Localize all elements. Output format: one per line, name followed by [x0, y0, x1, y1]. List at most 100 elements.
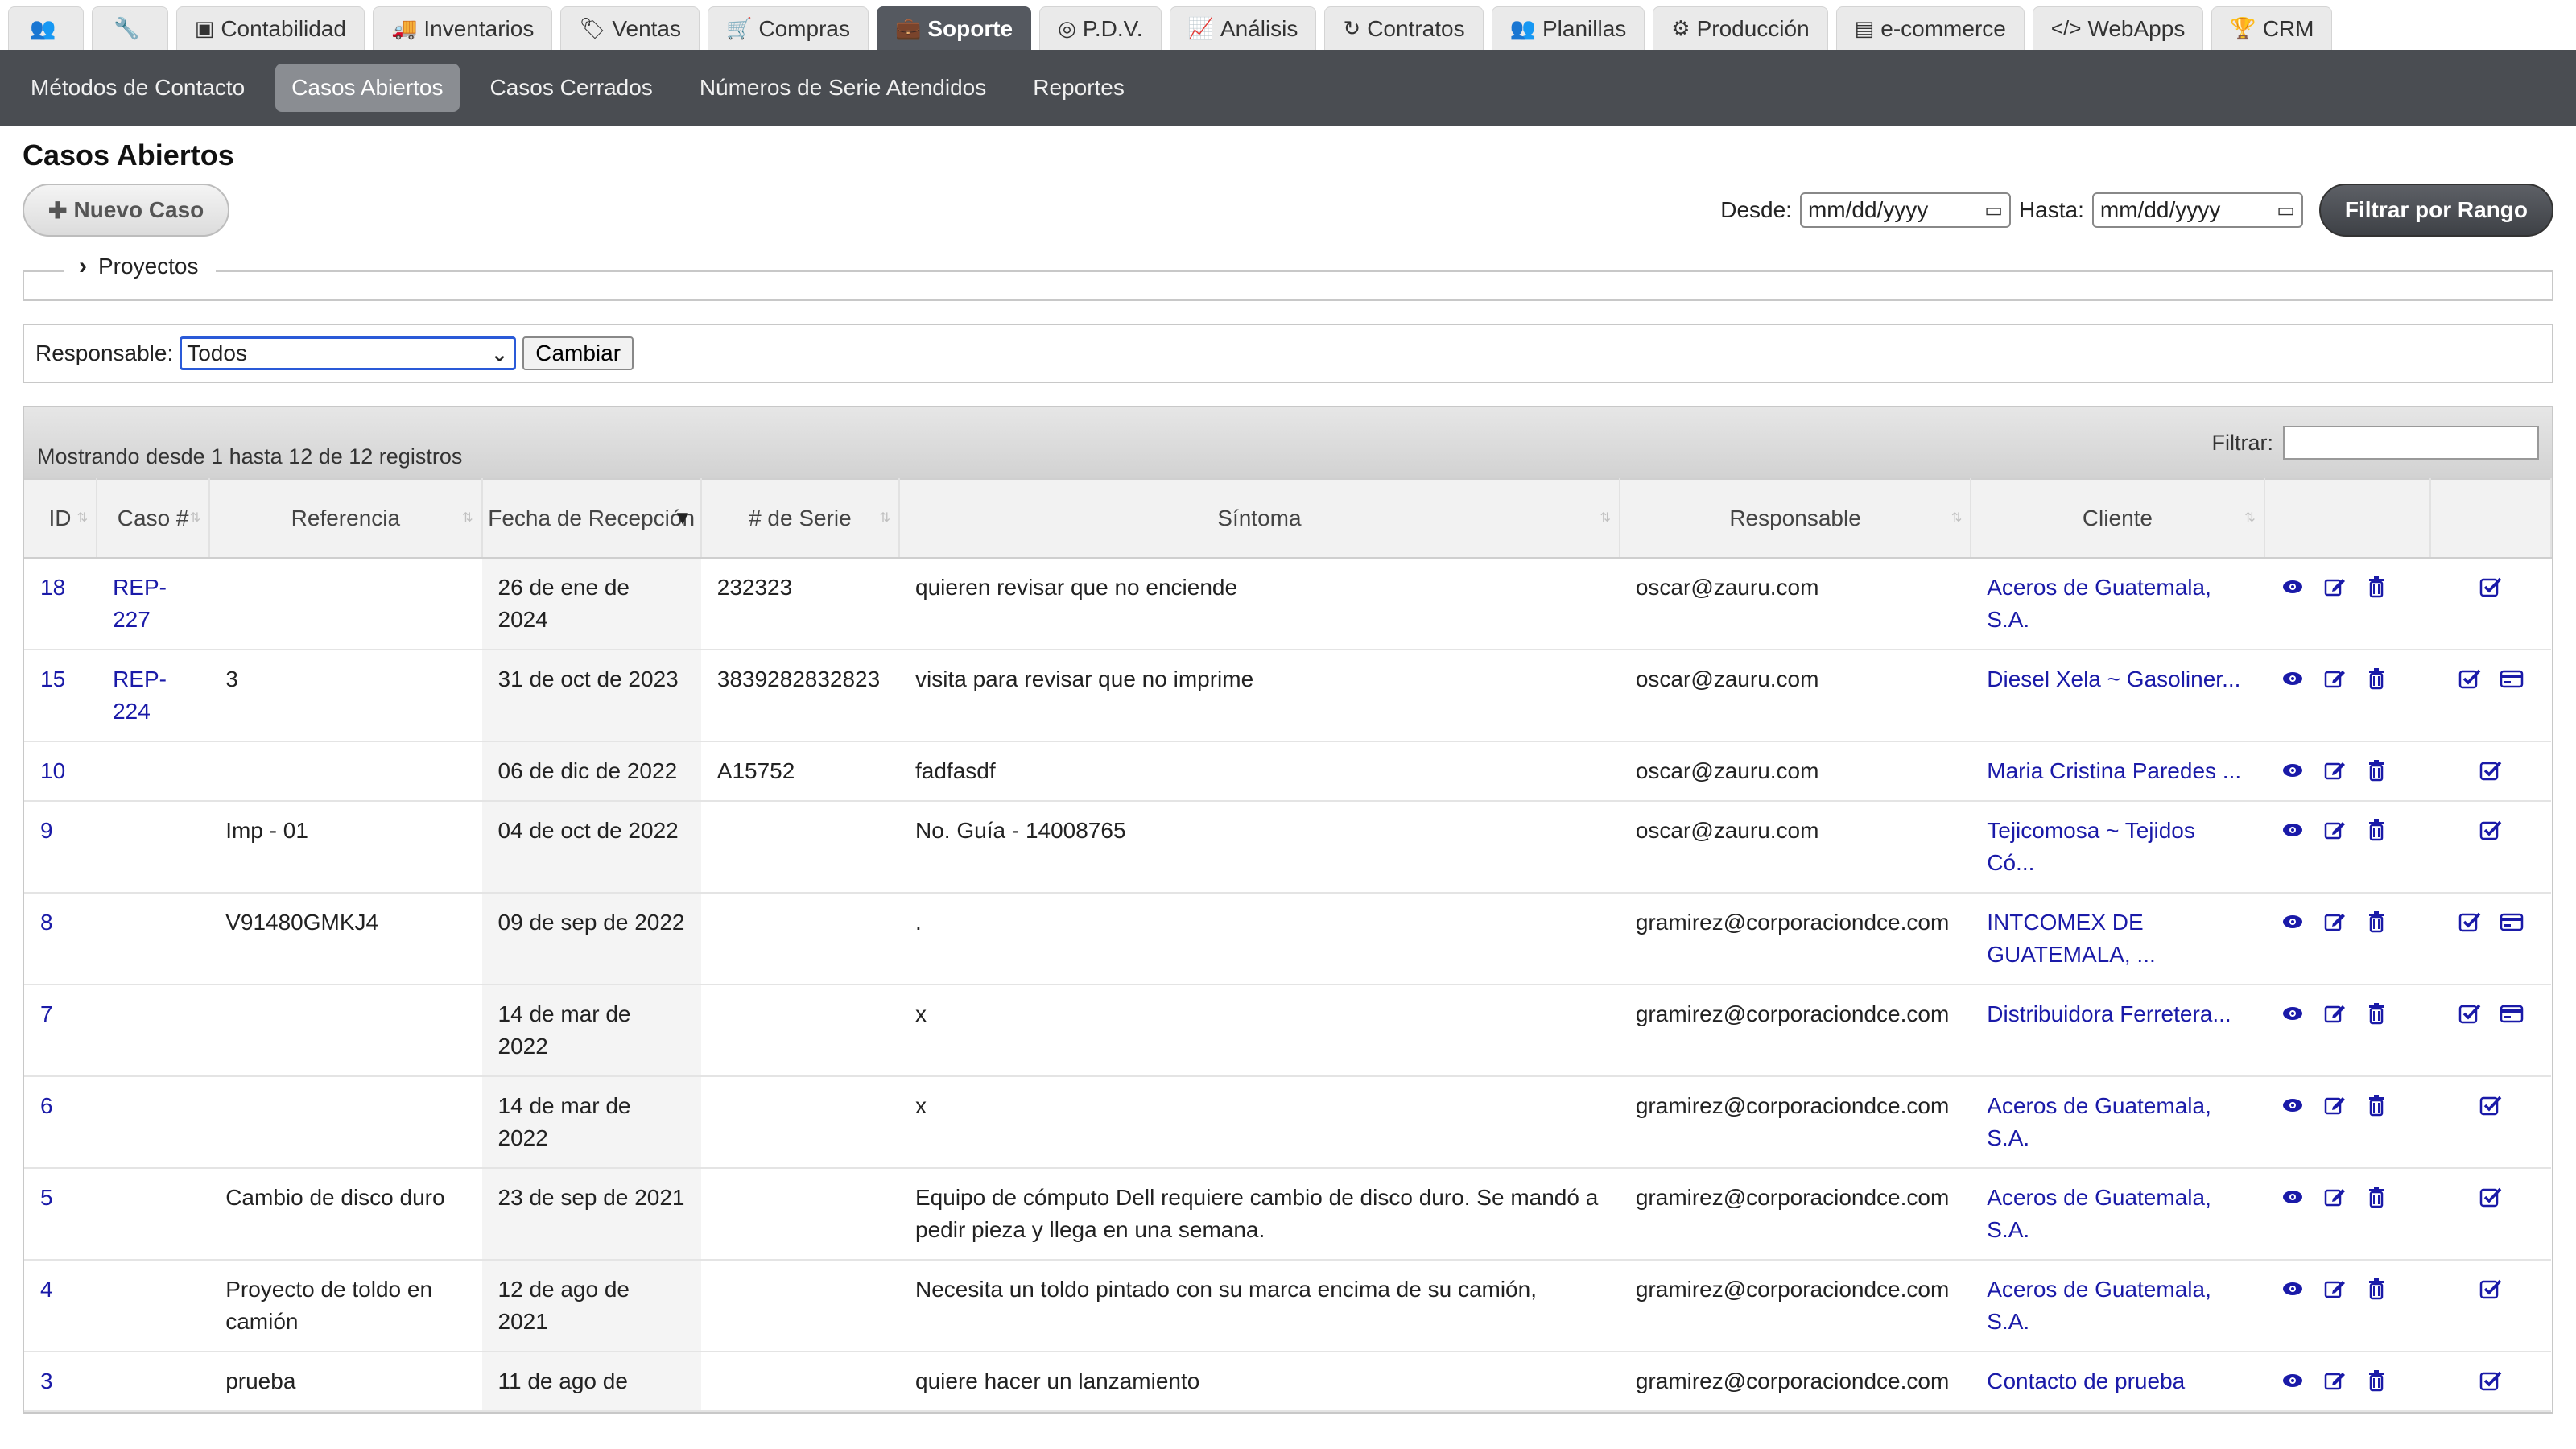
check-square-icon[interactable] [2479, 575, 2503, 599]
eye-icon[interactable] [2281, 667, 2305, 691]
credit-card-icon[interactable] [2500, 910, 2524, 934]
change-button[interactable]: Cambiar [522, 336, 634, 370]
eye-icon[interactable] [2281, 758, 2305, 782]
eye-icon[interactable] [2281, 910, 2305, 934]
column-header[interactable]: # de Serie ⇅ [700, 478, 901, 559]
filter-input[interactable] [2283, 426, 2539, 460]
eye-icon[interactable] [2281, 575, 2305, 599]
filter-range-button[interactable]: Filtrar por Rango [2318, 184, 2553, 237]
cell-caso[interactable] [97, 893, 210, 985]
trash-icon[interactable] [2364, 1093, 2388, 1117]
cell-id[interactable]: 4 [24, 1260, 97, 1352]
cell-cliente[interactable]: Tejicomosa ~ Tejidos Có... [1971, 801, 2264, 894]
cell-caso[interactable] [97, 741, 210, 802]
edit-icon[interactable] [2322, 1277, 2347, 1301]
new-case-button[interactable]: ✚ Nuevo Caso [23, 184, 230, 237]
column-header[interactable]: Cliente ⇅ [1971, 478, 2265, 559]
trash-icon[interactable] [2364, 758, 2388, 782]
module-tab-producci-n[interactable]: ⚙ Producción [1653, 6, 1828, 50]
column-header[interactable]: Responsable ⇅ [1619, 478, 1972, 559]
check-square-icon[interactable] [2458, 667, 2482, 691]
eye-icon[interactable] [2281, 1277, 2305, 1301]
subnav-item[interactable]: Casos Cerrados [474, 64, 669, 112]
credit-card-icon[interactable] [2500, 667, 2524, 691]
column-header[interactable]: Caso # ⇅ [97, 478, 211, 559]
edit-icon[interactable] [2322, 667, 2347, 691]
eye-icon[interactable] [2281, 1001, 2305, 1026]
column-header[interactable]: Síntoma ⇅ [899, 478, 1620, 559]
trash-icon[interactable] [2364, 575, 2388, 599]
cell-cliente[interactable]: Maria Cristina Paredes ... [1971, 741, 2264, 802]
calendar-icon[interactable]: ▭ [1984, 199, 2003, 222]
to-date-input[interactable]: mm/dd/yyyy ▭ [2091, 192, 2303, 228]
cell-id[interactable]: 6 [24, 1076, 97, 1169]
edit-icon[interactable] [2322, 1185, 2347, 1209]
projects-toggle[interactable]: › Proyectos [72, 253, 205, 280]
subnav-item[interactable]: Casos Abiertos [275, 64, 460, 112]
cell-id[interactable]: 8 [24, 893, 97, 985]
edit-icon[interactable] [2322, 758, 2347, 782]
cell-caso[interactable] [97, 801, 210, 894]
module-tab-e-commerce[interactable]: ▤ e-commerce [1835, 6, 2025, 50]
cell-caso[interactable]: REP-224 [97, 650, 210, 742]
trash-icon[interactable] [2364, 667, 2388, 691]
edit-icon[interactable] [2322, 818, 2347, 842]
module-tab-compras[interactable]: 🛒 Compras [708, 6, 869, 50]
calendar-icon[interactable]: ▭ [2277, 199, 2295, 222]
cell-caso[interactable]: REP-227 [97, 558, 210, 650]
module-tab-contratos[interactable]: ↻ Contratos [1324, 6, 1484, 50]
trash-icon[interactable] [2364, 1185, 2388, 1209]
check-square-icon[interactable] [2458, 1001, 2482, 1026]
cell-caso[interactable] [97, 1352, 210, 1412]
column-header[interactable]: ID ⇅ [24, 478, 98, 559]
module-tab-contabilidad[interactable]: ▣ Contabilidad [175, 6, 365, 50]
trash-icon[interactable] [2364, 818, 2388, 842]
module-tab-p-d-v-[interactable]: ◎ P.D.V. [1039, 6, 1162, 50]
cell-cliente[interactable]: Aceros de Guatemala, S.A. [1971, 558, 2264, 650]
module-tab-an-lisis[interactable]: 📈 Análisis [1169, 6, 1317, 50]
from-date-input[interactable]: mm/dd/yyyy ▭ [1799, 192, 2011, 228]
module-tab-webapps[interactable]: </> WebApps [2032, 6, 2204, 50]
check-square-icon[interactable] [2479, 1368, 2503, 1393]
cell-caso[interactable] [97, 1168, 210, 1261]
cell-id[interactable]: 9 [24, 801, 97, 894]
cell-cliente[interactable]: Aceros de Guatemala, S.A. [1971, 1260, 2264, 1352]
subnav-item[interactable]: Reportes [1017, 64, 1141, 112]
trash-icon[interactable] [2364, 1001, 2388, 1026]
module-tab-crm[interactable]: 🏆 CRM [2211, 6, 2333, 50]
cell-cliente[interactable]: Aceros de Guatemala, S.A. [1971, 1168, 2264, 1261]
column-header[interactable]: Referencia ⇅ [209, 478, 483, 559]
credit-card-icon[interactable] [2500, 1001, 2524, 1026]
cell-cliente[interactable]: Diesel Xela ~ Gasoliner... [1971, 650, 2264, 742]
check-square-icon[interactable] [2479, 818, 2503, 842]
edit-icon[interactable] [2322, 575, 2347, 599]
trash-icon[interactable] [2364, 1368, 2388, 1393]
module-tab-inventarios[interactable]: 🚚 Inventarios [373, 6, 553, 50]
check-square-icon[interactable] [2479, 1093, 2503, 1117]
cell-caso[interactable] [97, 1260, 210, 1352]
edit-icon[interactable] [2322, 1368, 2347, 1393]
cell-caso[interactable] [97, 1076, 210, 1169]
responsible-select[interactable]: Todos ⌄ [180, 336, 517, 370]
eye-icon[interactable] [2281, 1368, 2305, 1393]
module-tab-users[interactable]: 👥 [8, 6, 85, 50]
edit-icon[interactable] [2322, 1001, 2347, 1026]
check-square-icon[interactable] [2479, 758, 2503, 782]
check-square-icon[interactable] [2458, 910, 2482, 934]
cell-caso[interactable] [97, 985, 210, 1077]
cell-cliente[interactable]: Aceros de Guatemala, S.A. [1971, 1076, 2264, 1169]
eye-icon[interactable] [2281, 1185, 2305, 1209]
trash-icon[interactable] [2364, 910, 2388, 934]
column-header[interactable]: Fecha de Recepción ▼ [481, 478, 702, 559]
cell-id[interactable]: 3 [24, 1352, 97, 1412]
cell-cliente[interactable]: INTCOMEX DE GUATEMALA, ... [1971, 893, 2264, 985]
cell-cliente[interactable]: Contacto de prueba [1971, 1352, 2264, 1412]
cell-id[interactable]: 15 [24, 650, 97, 742]
subnav-item[interactable]: Números de Serie Atendidos [683, 64, 1002, 112]
module-tab-planillas[interactable]: 👥 Planillas [1491, 6, 1645, 50]
eye-icon[interactable] [2281, 1093, 2305, 1117]
check-square-icon[interactable] [2479, 1277, 2503, 1301]
module-tab-wrench[interactable]: 🔧 [92, 6, 168, 50]
edit-icon[interactable] [2322, 910, 2347, 934]
eye-icon[interactable] [2281, 818, 2305, 842]
